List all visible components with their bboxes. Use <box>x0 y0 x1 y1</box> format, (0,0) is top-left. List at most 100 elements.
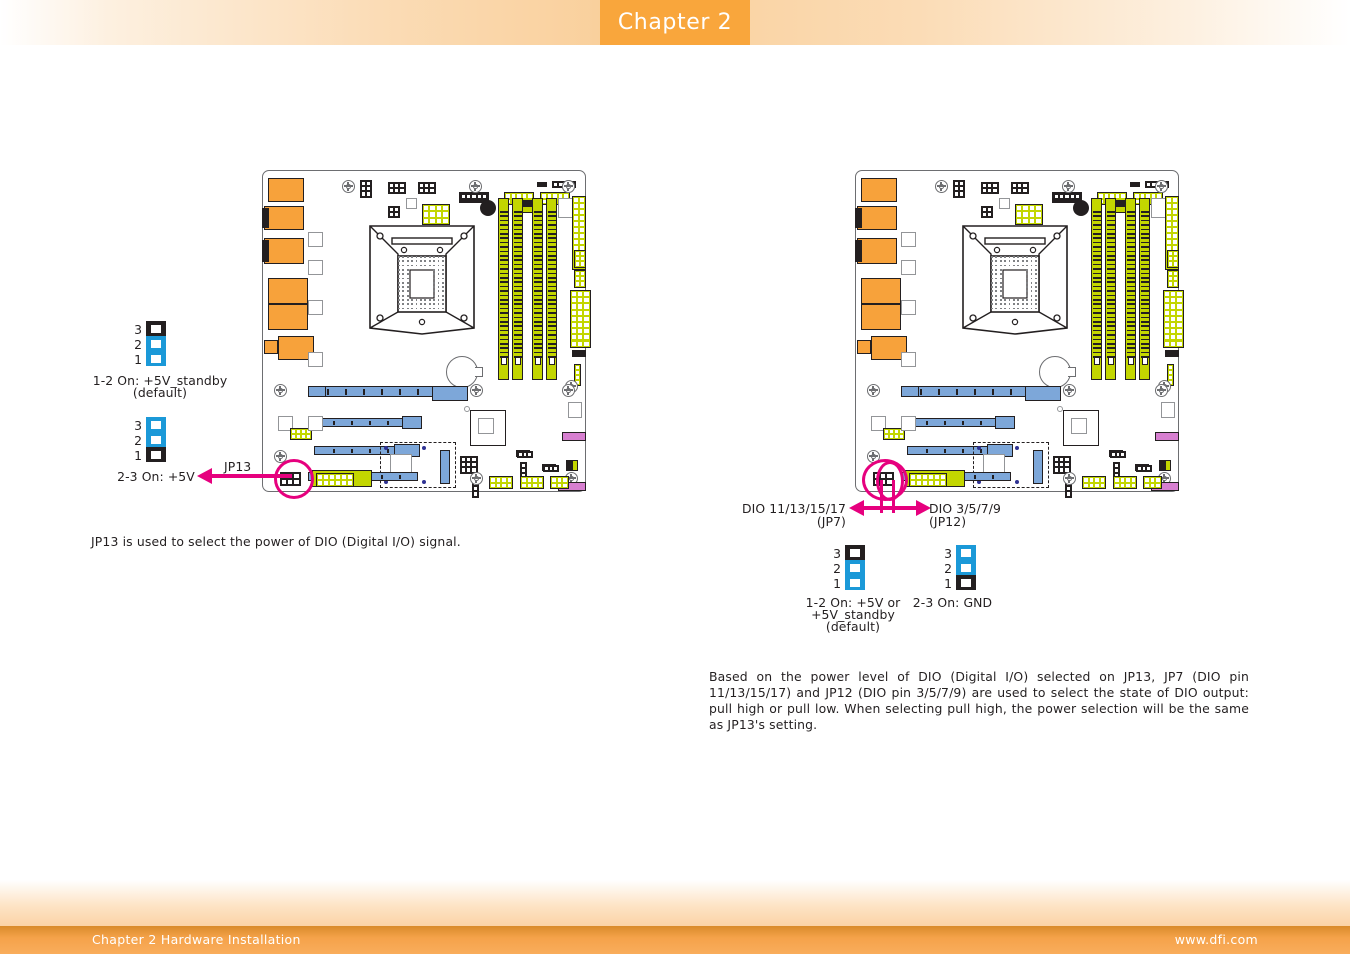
jumper-pin-hole <box>961 578 971 587</box>
pin-header <box>1053 193 1081 201</box>
board-component <box>861 178 897 202</box>
footer-gradient <box>0 880 1350 926</box>
board-component <box>857 238 897 264</box>
mounting-hole-icon <box>1063 472 1076 485</box>
jumper-pin-cell <box>845 575 865 590</box>
cpu-socket-pins <box>991 256 1039 312</box>
mounting-hole-center <box>566 184 571 189</box>
pin-header <box>316 473 354 487</box>
mounting-hole-icon <box>935 180 948 193</box>
board-component <box>567 461 573 470</box>
memory-slot <box>1125 198 1136 380</box>
pin-header <box>543 465 559 472</box>
jumper-pin-hole <box>151 450 161 459</box>
mounting-hole-icon <box>562 180 575 193</box>
jumper-pin-hole <box>850 563 860 572</box>
board-component <box>901 260 916 275</box>
jumper-pin-cell <box>146 417 166 432</box>
via-dot <box>464 406 470 412</box>
mounting-hole-center <box>346 184 351 189</box>
mounting-hole-center <box>1067 388 1072 393</box>
jp13-setting-1-jumper-block <box>146 321 166 366</box>
jumper-pin-cell <box>146 321 166 336</box>
jumper-pin-hole <box>961 548 971 557</box>
mounting-hole-icon <box>1155 384 1168 397</box>
mounting-hole-center <box>474 388 479 393</box>
pin-header <box>1167 250 1180 268</box>
jumper-pin-hole <box>850 548 860 557</box>
pin-header <box>1113 476 1138 490</box>
board-component <box>537 182 547 187</box>
board-component <box>901 386 919 397</box>
mounting-hole-center <box>1159 388 1164 393</box>
pin-header <box>418 182 436 195</box>
board-component <box>1071 418 1087 434</box>
pin-header <box>520 476 545 490</box>
board-component <box>861 278 901 304</box>
pin-header <box>1163 290 1184 348</box>
board-component <box>262 240 269 262</box>
board-component <box>855 240 862 262</box>
jp7-pin-2: 2 <box>833 561 841 576</box>
mounting-hole-center <box>939 184 944 189</box>
board-component <box>995 416 1015 429</box>
board-component <box>264 340 278 354</box>
pin-header <box>489 476 514 490</box>
pin-header <box>550 476 569 490</box>
page-footer: Chapter 2 Hardware Installation www.dfi.… <box>0 926 1350 954</box>
jumper-pin-cell <box>956 560 976 575</box>
jp13-s1-pin-1: 1 <box>134 352 142 367</box>
jp13-setting-2-jumper-block <box>146 417 166 462</box>
board-component <box>562 432 586 441</box>
board-component <box>406 198 417 209</box>
pin-header <box>460 456 478 474</box>
jp7-pin-3: 3 <box>833 546 841 561</box>
right-description-paragraph: Based on the power level of DIO (Digital… <box>709 669 1249 732</box>
mounting-hole-center <box>566 388 571 393</box>
component-round <box>480 200 496 216</box>
jp13-s2-pin-1: 1 <box>134 448 142 463</box>
mounting-hole-icon <box>1062 180 1075 193</box>
footer-website-link[interactable]: www.dfi.com <box>1175 926 1258 954</box>
mounting-hole-icon <box>562 384 575 397</box>
jp7-jp12-arrow-shaft <box>862 506 918 510</box>
jumper-pin-hole <box>850 578 860 587</box>
pin-header <box>953 180 966 198</box>
screw-pad <box>1015 480 1019 484</box>
board-component <box>440 450 450 484</box>
board-component <box>308 352 323 367</box>
pin-header <box>517 451 533 458</box>
mounting-hole-center <box>474 476 479 481</box>
board-component <box>1161 402 1175 418</box>
board-component <box>268 178 304 202</box>
memory-slot <box>1091 198 1102 380</box>
board-component <box>308 416 323 431</box>
mounting-hole-icon <box>274 384 287 397</box>
board-component <box>901 232 916 247</box>
memory-slot <box>1139 198 1150 380</box>
pin-header <box>909 473 947 487</box>
pin-header <box>981 182 999 195</box>
mounting-hole-icon <box>470 472 483 485</box>
battery-socket <box>446 356 483 388</box>
mounting-hole-center <box>1159 184 1164 189</box>
board-component <box>308 300 323 315</box>
screw-pad <box>422 446 426 450</box>
mounting-hole-center <box>1162 476 1167 481</box>
board-component <box>1033 450 1043 484</box>
memory-slot <box>512 198 523 380</box>
pin-header <box>1143 476 1162 490</box>
jumper-pin-cell <box>956 545 976 560</box>
board-component <box>1130 182 1140 187</box>
memory-slot <box>1105 198 1116 380</box>
board-component <box>861 304 901 330</box>
jumper-pin-cell <box>146 351 166 366</box>
pin-header <box>1167 270 1180 288</box>
board-component <box>432 386 468 401</box>
pin-header <box>1053 456 1071 474</box>
motherboard-diagram-right <box>855 170 1184 498</box>
screw-pad <box>977 446 981 450</box>
mounting-hole-icon <box>1063 384 1076 397</box>
motherboard-diagram-left <box>262 170 591 498</box>
jp13-s2-caption: 2-3 On: +5V <box>117 469 195 484</box>
